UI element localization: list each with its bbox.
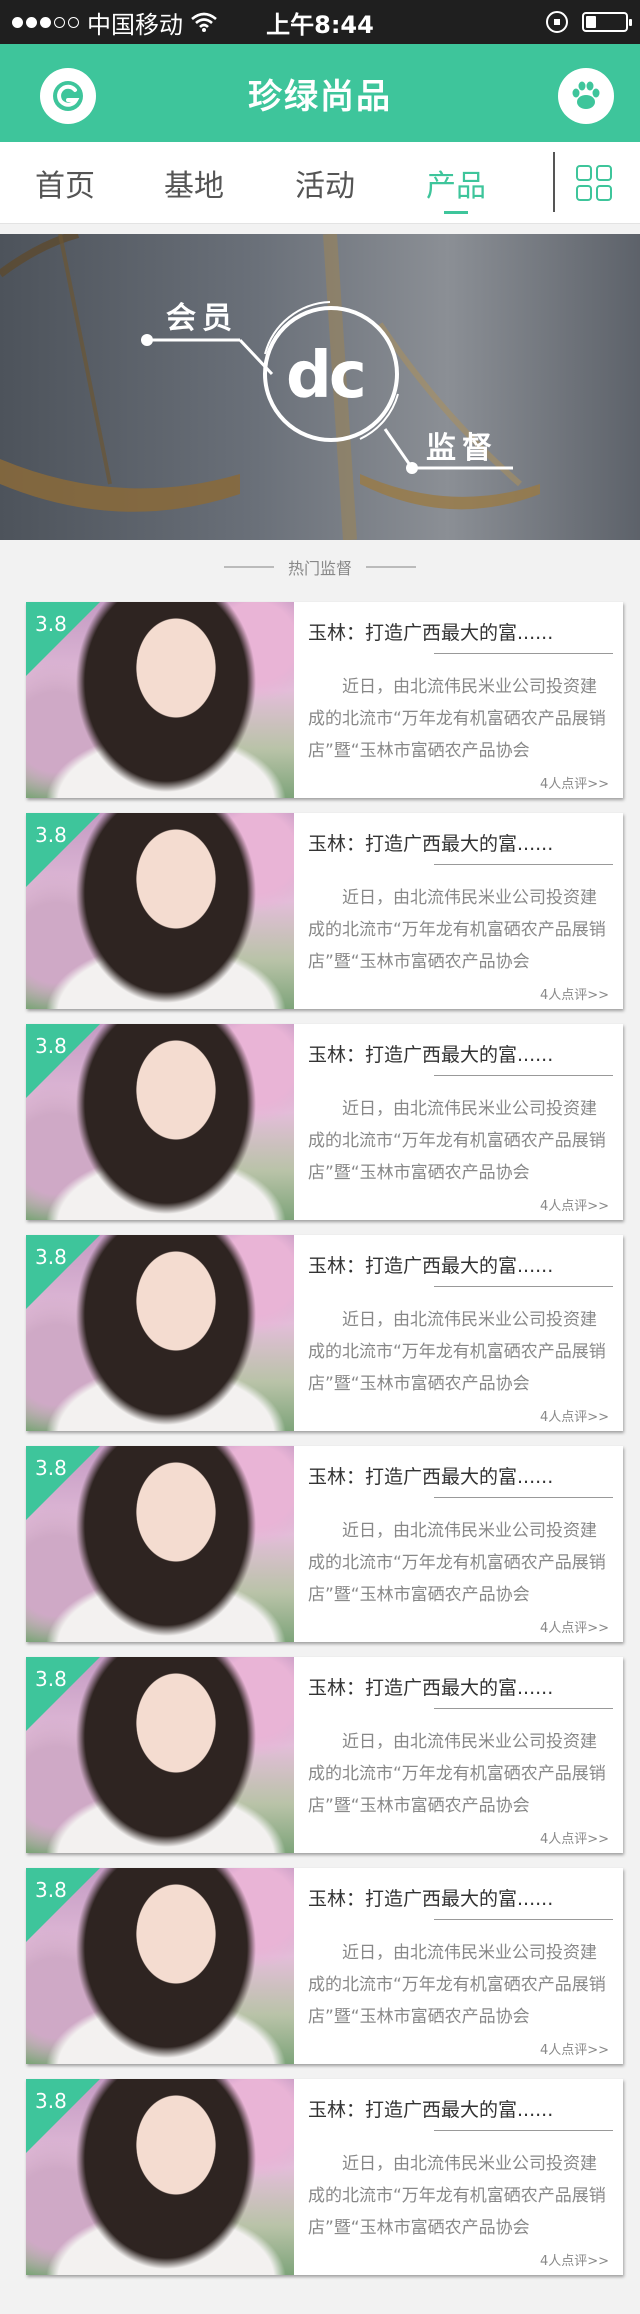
review-link[interactable]: 4人点评>> — [540, 1617, 609, 1636]
card-summary: 近日，由北流伟民米业公司投资建成的北流市“万年龙有机富硒农产品展销店”暨“玉林市… — [308, 1310, 606, 1394]
banner[interactable]: 会员 dc 监督 — [0, 234, 640, 540]
tab-base[interactable]: 基地 — [139, 142, 249, 224]
card-score: 3.8 — [35, 1878, 67, 1902]
card-summary: 近日，由北流伟民米业公司投资建成的北流市“万年龙有机富硒农产品展销店”暨“玉林市… — [308, 1943, 606, 2027]
carrier-name: 中国移动 — [87, 10, 183, 39]
list-item[interactable]: 3.8 玉林：打造广西最大的富...... 近日，由北流伟民米业公司投资建成的北流… — [26, 1446, 623, 1642]
tab-bar: 首页 基地 活动 产品 — [0, 142, 640, 224]
review-link[interactable]: 4人点评>> — [540, 1828, 609, 1847]
card-photo: 3.8 — [26, 813, 294, 1009]
list-item[interactable]: 3.8 玉林：打造广西最大的富...... 近日，由北流伟民米业公司投资建成的北流… — [26, 1868, 623, 2064]
divider — [434, 1708, 613, 1709]
review-link[interactable]: 4人点评>> — [540, 1406, 609, 1425]
card-photo: 3.8 — [26, 2079, 294, 2275]
list-item[interactable]: 3.8 玉林：打造广西最大的富...... 近日，由北流伟民米业公司投资建成的北流… — [26, 602, 623, 798]
divider — [434, 1286, 613, 1287]
divider — [434, 1497, 613, 1498]
list-item[interactable]: 3.8 玉林：打造广西最大的富...... 近日，由北流伟民米业公司投资建成的北流… — [26, 2079, 623, 2275]
status-bar: 中国移动 上午8:44 — [0, 0, 640, 44]
review-link[interactable]: 4人点评>> — [540, 2250, 609, 2269]
review-link[interactable]: 4人点评>> — [540, 1195, 609, 1214]
review-link[interactable]: 4人点评>> — [540, 984, 609, 1003]
app-header: 珍绿尚品 — [0, 44, 640, 142]
grid-icon[interactable] — [575, 164, 613, 202]
card-summary: 近日，由北流伟民米业公司投资建成的北流市“万年龙有机富硒农产品展销店”暨“玉林市… — [308, 1099, 606, 1183]
divider — [434, 2130, 613, 2131]
tab-home[interactable]: 首页 — [10, 142, 120, 224]
card-score: 3.8 — [35, 1667, 67, 1691]
battery-level — [586, 16, 596, 28]
card-photo: 3.8 — [26, 1024, 294, 1220]
card-title: 玉林：打造广西最大的富...... — [308, 1677, 554, 1699]
card-title: 玉林：打造广西最大的富...... — [308, 622, 554, 644]
card-score: 3.8 — [35, 823, 67, 847]
card-photo: 3.8 — [26, 1446, 294, 1642]
divider — [434, 1075, 613, 1076]
card-title: 玉林：打造广西最大的富...... — [308, 1888, 554, 1910]
divider — [366, 566, 416, 568]
card-title: 玉林：打造广西最大的富...... — [308, 1255, 554, 1277]
card-title: 玉林：打造广西最大的富...... — [308, 833, 554, 855]
list-item[interactable]: 3.8 玉林：打造广西最大的富...... 近日，由北流伟民米业公司投资建成的北流… — [26, 1235, 623, 1431]
card-summary: 近日，由北流伟民米业公司投资建成的北流市“万年龙有机富硒农产品展销店”暨“玉林市… — [308, 888, 606, 972]
banner-label-supervise: 监督 — [426, 431, 498, 466]
section-heading: 热门监督 — [0, 552, 640, 582]
tab-products[interactable]: 产品 — [401, 142, 511, 224]
card-photo: 3.8 — [26, 602, 294, 798]
paw-icon[interactable] — [558, 68, 614, 124]
card-summary: 近日，由北流伟民米业公司投资建成的北流市“万年龙有机富硒农产品展销店”暨“玉林市… — [308, 1521, 606, 1605]
list-item[interactable]: 3.8 玉林：打造广西最大的富...... 近日，由北流伟民米业公司投资建成的北流… — [26, 1024, 623, 1220]
divider — [223, 566, 274, 568]
card-summary: 近日，由北流伟民米业公司投资建成的北流市“万年龙有机富硒农产品展销店”暨“玉林市… — [308, 1732, 606, 1816]
card-summary: 近日，由北流伟民米业公司投资建成的北流市“万年龙有机富硒农产品展销店”暨“玉林市… — [308, 2154, 606, 2238]
card-summary: 近日，由北流伟民米业公司投资建成的北流市“万年龙有机富硒农产品展销店”暨“玉林市… — [308, 677, 606, 761]
card-photo: 3.8 — [26, 1868, 294, 2064]
card-photo: 3.8 — [26, 1657, 294, 1853]
rotation-lock-icon — [546, 11, 568, 33]
section-title: 热门监督 — [287, 559, 352, 578]
page-title: 珍绿尚品 — [248, 76, 392, 117]
review-link[interactable]: 4人点评>> — [540, 2039, 609, 2058]
card-title: 玉林：打造广西最大的富...... — [308, 2099, 554, 2121]
logo-g-icon[interactable] — [40, 68, 96, 124]
card-score: 3.8 — [35, 1245, 67, 1269]
divider — [434, 864, 613, 865]
card-photo: 3.8 — [26, 1235, 294, 1431]
list-item[interactable]: 3.8 玉林：打造广西最大的富...... 近日，由北流伟民米业公司投资建成的北流… — [26, 813, 623, 1009]
review-link[interactable]: 4人点评>> — [540, 773, 609, 792]
divider — [434, 653, 613, 654]
card-score: 3.8 — [35, 1034, 67, 1058]
signal-strength-icon — [12, 16, 79, 28]
card-score: 3.8 — [35, 612, 67, 636]
battery-icon — [582, 12, 632, 32]
card-title: 玉林：打造广西最大的富...... — [308, 1044, 554, 1066]
card-title: 玉林：打造广西最大的富...... — [308, 1466, 554, 1488]
banner-logo: dc — [286, 339, 367, 413]
banner-label-member: 会员 — [166, 301, 238, 336]
wifi-icon — [191, 12, 217, 32]
list-item[interactable]: 3.8 玉林：打造广西最大的富...... 近日，由北流伟民米业公司投资建成的北流… — [26, 1657, 623, 1853]
divider — [434, 1919, 613, 1920]
card-score: 3.8 — [35, 1456, 67, 1480]
card-score: 3.8 — [35, 2089, 67, 2113]
tab-activity[interactable]: 活动 — [270, 142, 380, 224]
tab-divider — [553, 152, 555, 212]
